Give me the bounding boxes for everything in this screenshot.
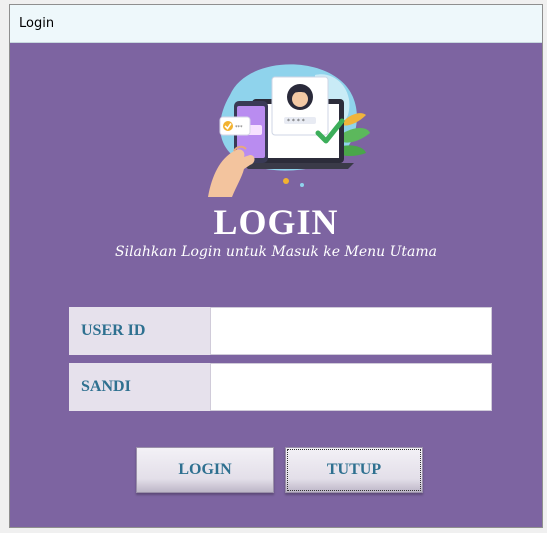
svg-text:* * * *: * * * *: [287, 118, 305, 125]
password-input[interactable]: [210, 363, 492, 411]
page-title: LOGIN: [213, 202, 339, 242]
userid-label: USER ID: [69, 307, 210, 355]
userid-input[interactable]: [210, 307, 492, 355]
window-title: Login: [19, 16, 55, 31]
login-illustration-graphic: * * * * ***: [208, 64, 370, 197]
password-label: SANDI: [69, 363, 210, 411]
login-button[interactable]: LOGIN: [136, 447, 274, 493]
login-window: Login * * * * *** LOGIN Silahkan Login u…: [9, 4, 543, 528]
close-button[interactable]: TUTUP: [285, 447, 423, 493]
svg-text:***: ***: [235, 125, 243, 131]
userid-row: USER ID: [69, 307, 492, 355]
login-illustration: * * * * ***: [190, 55, 370, 197]
page-subtitle: Silahkan Login untuk Masuk ke Menu Utama: [115, 244, 437, 260]
password-row: SANDI: [69, 363, 492, 411]
title-bar: Login: [10, 5, 542, 43]
